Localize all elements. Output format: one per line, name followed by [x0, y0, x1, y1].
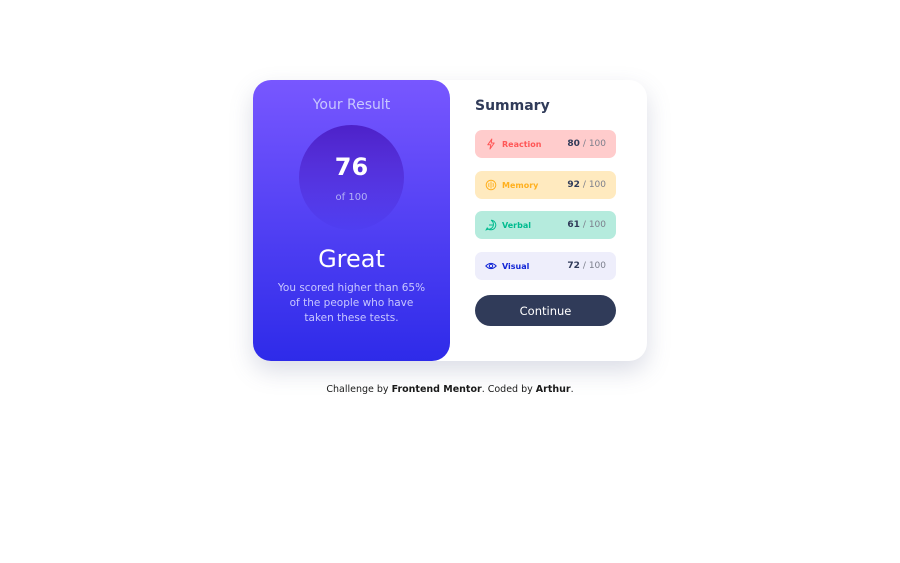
result-panel: Your Result 76 of 100 Great You scored h… [253, 80, 450, 361]
lightning-icon [485, 138, 497, 150]
summary-item-verbal: Verbal 61 / 100 [475, 211, 616, 239]
footer-suffix: . [570, 384, 574, 395]
footer-prefix: Challenge by [326, 384, 392, 395]
attribution-footer: Challenge by Frontend Mentor. Coded by A… [0, 384, 900, 395]
summary-item-max: / 100 [582, 261, 606, 271]
brain-icon [485, 179, 497, 191]
summary-item-label: Memory [502, 180, 539, 190]
summary-item-score: 72 [567, 261, 580, 271]
frontend-mentor-link[interactable]: Frontend Mentor [392, 384, 482, 395]
results-card: Your Result 76 of 100 Great You scored h… [253, 80, 647, 361]
summary-item-memory: Memory 92 / 100 [475, 171, 616, 199]
score-max: of 100 [335, 191, 368, 203]
summary-item-max: / 100 [582, 220, 606, 230]
rating-label: Great [318, 245, 385, 273]
rating-description: You scored higher than 65% of the people… [277, 282, 426, 324]
summary-item-label: Visual [502, 261, 530, 271]
footer-middle: . Coded by [481, 384, 536, 395]
summary-item-visual: Visual 72 / 100 [475, 252, 616, 280]
eye-icon [485, 260, 497, 272]
summary-item-label: Reaction [502, 139, 542, 149]
summary-item-reaction: Reaction 80 / 100 [475, 130, 616, 158]
summary-item-score: 92 [567, 180, 580, 190]
continue-button[interactable]: Continue [475, 295, 616, 326]
score-circle: 76 of 100 [299, 125, 404, 230]
summary-item-score: 80 [567, 139, 580, 149]
result-title: Your Result [312, 97, 391, 113]
summary-item-max: / 100 [582, 180, 606, 190]
summary-item-max: / 100 [582, 139, 606, 149]
summary-title: Summary [475, 98, 550, 114]
summary-item-label: Verbal [502, 220, 531, 230]
author-link[interactable]: Arthur [536, 384, 571, 395]
score-value: 76 [334, 152, 369, 181]
summary-item-score: 61 [567, 220, 580, 230]
summary-panel: Summary Reaction 80 / 100 Memory 92 / 10… [450, 80, 647, 361]
chat-icon [485, 219, 497, 231]
